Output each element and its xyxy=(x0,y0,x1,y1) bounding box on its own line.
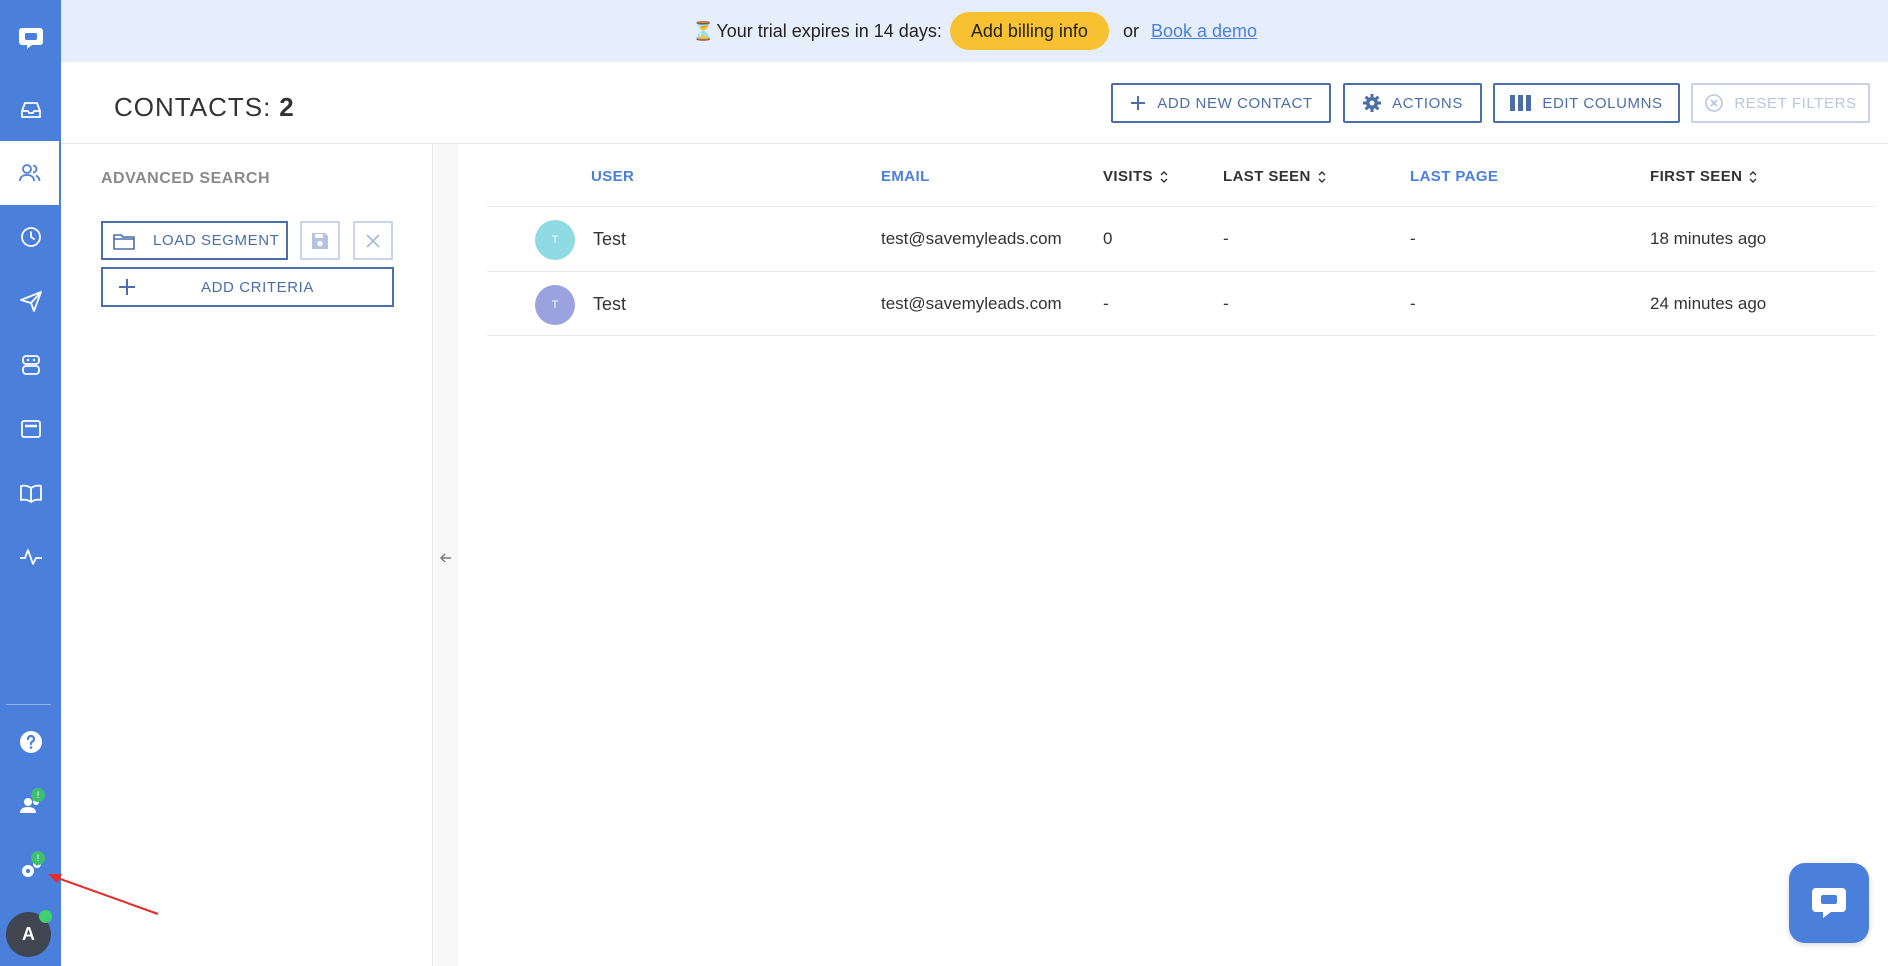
contact-last-seen: - xyxy=(1223,229,1229,248)
column-header-visits[interactable]: VISITS xyxy=(1103,168,1169,185)
sidebar-item-analytics[interactable] xyxy=(0,525,61,589)
add-billing-button[interactable]: Add billing info xyxy=(949,12,1109,50)
sidebar-logo[interactable] xyxy=(0,6,61,70)
trial-or-text: or xyxy=(1122,20,1139,41)
edit-columns-button[interactable]: EDIT COLUMNS xyxy=(1493,83,1680,123)
contacts-count: 2 xyxy=(279,92,295,122)
contact-name: Test xyxy=(593,228,627,249)
save-icon xyxy=(312,232,328,249)
chat-bubble-icon xyxy=(1812,888,1846,918)
activity-icon xyxy=(19,549,42,565)
page-header: CONTACTS: 2 ADD NEW CONTACT ACTIONS EDIT… xyxy=(61,62,1888,144)
contact-email: test@savemyleads.com xyxy=(881,229,1062,248)
inbox-icon xyxy=(20,102,41,118)
sidebar-divider xyxy=(6,704,51,705)
sidebar-item-contacts[interactable] xyxy=(0,141,59,205)
contacts-icon xyxy=(18,164,40,182)
sidebar-item-history[interactable] xyxy=(0,205,61,269)
table-row[interactable]: T Test test@savemyleads.com - - - 24 min… xyxy=(487,271,1875,336)
table-row[interactable]: T Test test@savemyleads.com 0 - - 18 min… xyxy=(487,206,1875,271)
bot-icon xyxy=(21,355,40,375)
send-icon xyxy=(19,291,42,312)
contact-avatar: T xyxy=(535,220,575,260)
plus-icon xyxy=(1129,94,1147,112)
load-segment-label: LOAD SEGMENT xyxy=(153,232,280,249)
page-title-label: CONTACTS: xyxy=(114,92,272,122)
sidebar: ! ! A xyxy=(0,0,61,966)
sidebar-item-widget[interactable] xyxy=(0,397,61,461)
reset-filters-button[interactable]: RESET FILTERS xyxy=(1691,83,1870,123)
edit-columns-label: EDIT COLUMNS xyxy=(1542,94,1663,112)
help-icon xyxy=(19,731,42,753)
contact-visits: - xyxy=(1103,294,1109,313)
card-icon xyxy=(20,420,41,438)
advanced-search-title: ADVANCED SEARCH xyxy=(101,170,270,187)
trial-message: Your trial expires in 14 days: xyxy=(716,20,942,41)
column-header-first-seen[interactable]: FIRST SEEN xyxy=(1650,168,1758,185)
add-new-contact-label: ADD NEW CONTACT xyxy=(1157,94,1313,112)
hourglass-icon: ⏳ xyxy=(691,20,715,41)
column-header-user[interactable]: USER xyxy=(591,168,634,185)
columns-icon xyxy=(1510,94,1532,112)
add-criteria-label: ADD CRITERIA xyxy=(200,278,315,296)
book-icon xyxy=(19,484,42,503)
chat-widget-button[interactable] xyxy=(1789,863,1869,943)
sidebar-item-help[interactable] xyxy=(0,710,61,774)
app-root: ! ! A ⏳ Your trial expires in 14 days: A… xyxy=(0,0,1888,966)
column-header-visits-label: VISITS xyxy=(1103,168,1153,185)
page-title: CONTACTS: 2 xyxy=(114,92,295,123)
sort-icon xyxy=(1317,170,1327,184)
contact-avatar: T xyxy=(535,285,575,325)
column-header-last-seen[interactable]: LAST SEEN xyxy=(1223,168,1327,185)
close-circle-icon xyxy=(1704,93,1724,113)
column-header-email[interactable]: EMAIL xyxy=(881,168,930,185)
sidebar-item-bots[interactable] xyxy=(0,333,61,397)
sort-icon xyxy=(1159,170,1169,184)
settings-badge: ! xyxy=(31,851,45,865)
actions-button[interactable]: ACTIONS xyxy=(1343,83,1482,123)
actions-label: ACTIONS xyxy=(1392,94,1463,112)
annotation-arrow-icon xyxy=(48,874,159,915)
add-new-contact-button[interactable]: ADD NEW CONTACT xyxy=(1111,83,1331,123)
column-header-last-page[interactable]: LAST PAGE xyxy=(1410,168,1498,185)
contact-last-page: - xyxy=(1410,229,1416,248)
contact-email: test@savemyleads.com xyxy=(881,294,1062,313)
contact-first-seen: 24 minutes ago xyxy=(1650,294,1767,313)
sidebar-item-team[interactable] xyxy=(0,773,61,837)
add-criteria-button[interactable]: ADD CRITERIA xyxy=(101,267,394,307)
chat-logo-icon xyxy=(18,28,43,49)
plus-icon xyxy=(117,277,137,297)
contact-last-seen: - xyxy=(1223,294,1229,313)
contact-visits: 0 xyxy=(1103,229,1113,248)
close-icon xyxy=(366,233,380,248)
advanced-search-panel: ADVANCED SEARCH LOAD SEGMENT ADD CRITERI… xyxy=(61,144,433,966)
save-segment-button[interactable] xyxy=(300,221,340,260)
reset-filters-label: RESET FILTERS xyxy=(1734,94,1857,112)
clock-icon xyxy=(20,227,41,247)
clear-segment-button[interactable] xyxy=(353,221,393,260)
sidebar-item-campaigns[interactable] xyxy=(0,269,61,333)
folder-icon xyxy=(113,232,135,250)
book-demo-link[interactable]: Book a demo xyxy=(1151,21,1257,42)
sidebar-item-knowledge-base[interactable] xyxy=(0,461,61,525)
sidebar-item-inbox[interactable] xyxy=(0,78,61,142)
trial-banner: ⏳ Your trial expires in 14 days: Add bil… xyxy=(61,0,1888,62)
column-header-last-seen-label: LAST SEEN xyxy=(1223,168,1311,185)
column-header-first-seen-label: FIRST SEEN xyxy=(1650,168,1743,185)
contact-name: Test xyxy=(593,293,627,314)
contact-first-seen: 18 minutes ago xyxy=(1650,229,1767,248)
gear-icon xyxy=(1362,93,1382,113)
sort-icon xyxy=(1748,170,1758,184)
team-badge: ! xyxy=(31,788,45,802)
arrow-left-icon[interactable] xyxy=(439,551,453,565)
load-segment-button[interactable]: LOAD SEGMENT xyxy=(101,221,288,260)
contact-last-page: - xyxy=(1410,294,1416,313)
